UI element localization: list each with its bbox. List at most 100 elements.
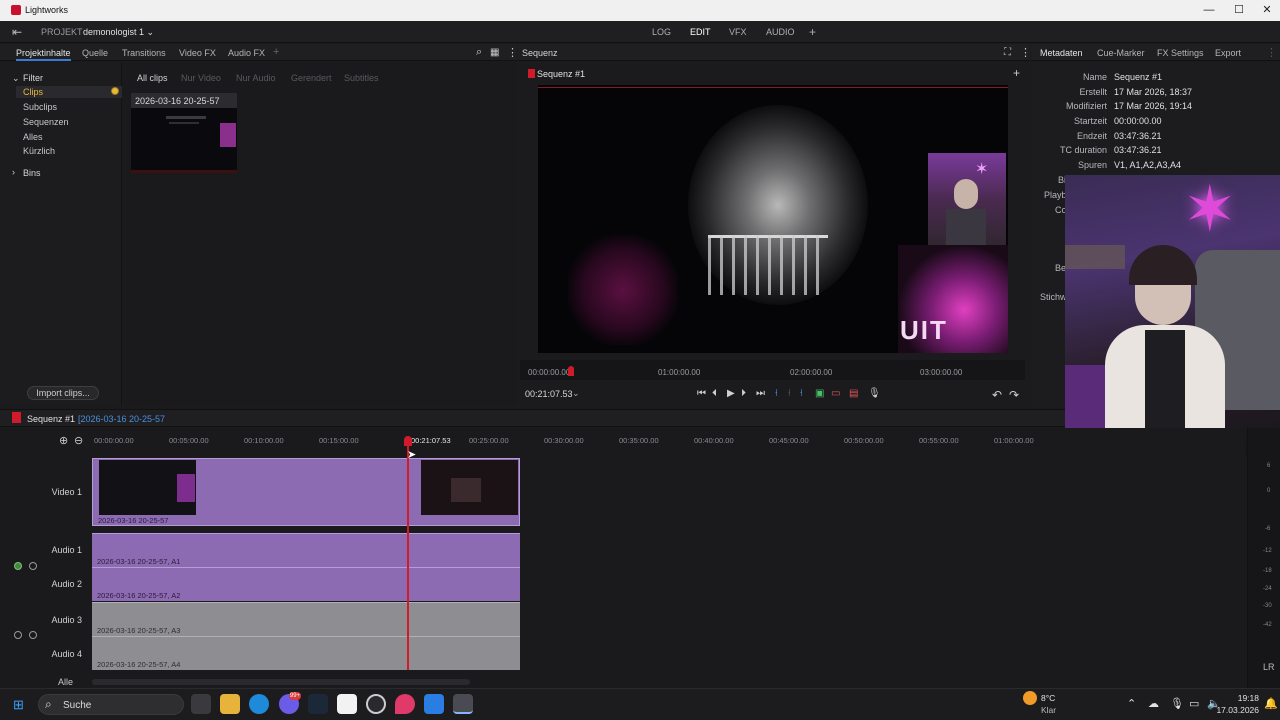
undo-icon[interactable]: ↶ [992, 388, 1002, 402]
weather-text[interactable]: Klar [1041, 705, 1056, 715]
metadata-more-icon[interactable]: ⋮ [1266, 46, 1277, 59]
video-preview[interactable]: ✶ UIT [538, 85, 1008, 353]
weather-temp[interactable]: 8°C [1041, 693, 1055, 703]
audio-clip-a3[interactable]: 2026-03-16 20-25-57, A3 [92, 602, 520, 636]
more-options-icon[interactable]: ⋮ [507, 46, 518, 59]
viewer-add-button[interactable]: + [1013, 66, 1020, 80]
maximize-button[interactable]: ☐ [1232, 3, 1246, 17]
track-label-audio-1[interactable]: Audio 1 [0, 545, 82, 555]
viewer-playhead-marker[interactable] [568, 366, 574, 376]
zoom-in-icon[interactable]: ⊕ [59, 434, 68, 447]
meta-value[interactable]: 00:00:00.00 [1114, 116, 1162, 126]
taskbar-search-box[interactable]: ⌕ Suche [38, 694, 184, 715]
sidebar-item-subclips[interactable]: Subclips [23, 102, 57, 112]
sidebar-item-kuerzlich[interactable]: Kürzlich [23, 146, 55, 156]
filter-nur-audio[interactable]: Nur Audio [236, 73, 276, 83]
timeline-source-name[interactable]: [2026-03-16 20-25-57 [78, 414, 165, 424]
step-forward-icon[interactable]: ⏵ [741, 388, 746, 399]
tab-export[interactable]: Export [1215, 48, 1241, 58]
sidebar-item-alles[interactable]: Alles [23, 132, 43, 142]
network-icon[interactable]: ▭ [1189, 697, 1199, 710]
go-to-end-icon[interactable]: ⏭ [756, 388, 765, 399]
filter-gerendert[interactable]: Gerendert [291, 73, 332, 83]
step-back-icon[interactable]: ⏴ [712, 388, 717, 399]
insert-icon[interactable]: ▣ [815, 388, 824, 399]
lightworks-taskbar-icon[interactable] [453, 694, 473, 714]
filter-heading[interactable]: Filter [23, 73, 43, 83]
track-label-video-1[interactable]: Video 1 [0, 487, 82, 497]
app-icon[interactable] [424, 694, 444, 714]
filter-all-clips[interactable]: All clips [137, 73, 168, 83]
timeline-playhead[interactable] [407, 438, 409, 670]
close-button[interactable]: ✕ [1260, 3, 1274, 17]
track-label-audio-4[interactable]: Audio 4 [0, 649, 82, 659]
tab-audio-fx[interactable]: Audio FX [228, 48, 265, 58]
audio-clip-a2[interactable]: 2026-03-16 20-25-57, A2 [92, 567, 520, 601]
add-tab-button[interactable]: + [809, 25, 816, 39]
video-clip[interactable]: 2026-03-16 20-25-57 [92, 458, 520, 526]
timecode-display[interactable]: 00:21:07.53 [525, 389, 573, 399]
task-view-icon[interactable] [191, 694, 211, 714]
all-tracks-label[interactable]: Alle [58, 677, 73, 687]
go-to-start-icon[interactable]: ⏮ [697, 388, 706, 399]
bins-heading[interactable]: Bins [23, 168, 41, 178]
tab-fx-settings[interactable]: FX Settings [1157, 48, 1204, 58]
audio-clip-a1[interactable]: 2026-03-16 20-25-57, A1 [92, 533, 520, 567]
grid-view-icon[interactable]: ▦ [490, 47, 499, 58]
windows-start-icon[interactable]: ⊞ [13, 697, 28, 712]
clip-card[interactable]: 2026-03-16 20-25-57 [131, 93, 237, 173]
chevron-right-icon[interactable]: › [12, 167, 15, 177]
mark-in-icon[interactable]: ⍿ [775, 388, 778, 399]
exit-project-icon[interactable]: ⇤ [12, 25, 22, 39]
steam-icon[interactable] [308, 694, 328, 714]
import-clips-button[interactable]: Import clips... [27, 386, 99, 400]
tab-projektinhalte[interactable]: Projektinhalte [16, 48, 71, 61]
microphone-icon[interactable]: 🎙 [1170, 697, 1184, 710]
audio-clip-a4[interactable]: 2026-03-16 20-25-57, A4 [92, 636, 520, 670]
search-icon[interactable]: ⌕ [476, 46, 482, 59]
clear-marks-icon[interactable]: ⍿ [800, 388, 803, 399]
tray-overflow-icon[interactable]: ⌃ [1127, 697, 1136, 710]
tab-audio[interactable]: AUDIO [766, 27, 795, 37]
audio-solo-icon[interactable] [29, 562, 37, 570]
redo-icon[interactable]: ↷ [1009, 388, 1019, 402]
sidebar-item-sequenzen[interactable]: Sequenzen [23, 117, 69, 127]
tab-transitions[interactable]: Transitions [122, 48, 166, 58]
obs-icon[interactable] [366, 694, 386, 714]
track-label-audio-3[interactable]: Audio 3 [0, 615, 82, 625]
timecode-dropdown-icon[interactable]: ⌄ [572, 388, 580, 399]
track-label-audio-2[interactable]: Audio 2 [0, 579, 82, 589]
timeline-sequence-name[interactable]: Sequenz #1 [27, 414, 75, 424]
playhead-handle[interactable] [404, 436, 412, 446]
zoom-out-icon[interactable]: ⊖ [74, 434, 83, 447]
mark-out-icon[interactable]: ⍿ [788, 388, 791, 399]
fullscreen-icon[interactable]: ⛶ [1004, 47, 1011, 58]
add-panel-tab-button[interactable]: + [273, 46, 279, 58]
timeline-scrollbar[interactable] [92, 679, 470, 685]
filter-nur-video[interactable]: Nur Video [181, 73, 221, 83]
filter-subtitles[interactable]: Subtitles [344, 73, 379, 83]
tray-cloud-icon[interactable]: ☁ [1148, 697, 1159, 710]
chevron-down-icon[interactable]: ⌄ [12, 73, 20, 84]
voiceover-mic-icon[interactable]: 🎙 [868, 388, 881, 399]
delete-icon[interactable]: ▤ [849, 388, 858, 399]
notifications-bell-icon[interactable]: 🔔 [1264, 697, 1278, 710]
tab-edit[interactable]: EDIT [690, 27, 711, 37]
tab-cue-marker[interactable]: Cue-Marker [1097, 48, 1145, 58]
tab-quelle[interactable]: Quelle [82, 48, 108, 58]
meta-value[interactable]: Sequenz #1 [1114, 72, 1162, 82]
store-icon[interactable] [337, 694, 357, 714]
audio-enable-icon[interactable] [14, 631, 22, 639]
play-icon[interactable]: ▶ [727, 388, 735, 399]
minimize-button[interactable]: — [1202, 3, 1216, 17]
replace-icon[interactable]: ▭ [831, 388, 840, 399]
edge-browser-icon[interactable] [249, 694, 269, 714]
clock-date[interactable]: 17.03.2026 [1213, 705, 1259, 715]
tab-vfx[interactable]: VFX [729, 27, 747, 37]
clock-time[interactable]: 19:18 [1225, 693, 1259, 703]
project-name-dropdown[interactable]: demonologist 1 ⌄ [83, 27, 154, 38]
sidebar-item-clips[interactable]: Clips [23, 87, 43, 97]
tab-metadaten[interactable]: Metadaten [1040, 48, 1083, 58]
audio-enable-icon[interactable] [14, 562, 22, 570]
file-explorer-icon[interactable] [220, 694, 240, 714]
